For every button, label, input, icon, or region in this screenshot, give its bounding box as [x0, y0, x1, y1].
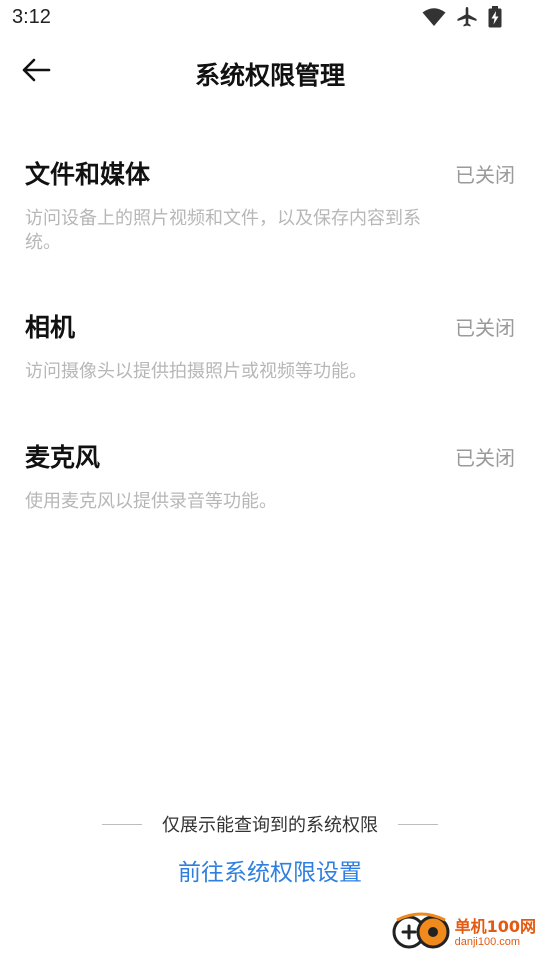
- permission-title: 麦克风: [25, 443, 101, 472]
- open-system-permission-settings-link[interactable]: 前往系统权限设置: [0, 853, 540, 887]
- header: 系统权限管理: [0, 44, 540, 100]
- watermark: 单机100网 danji100.com: [391, 910, 536, 956]
- permission-status: 已关闭: [455, 446, 515, 470]
- footer-note: 仅展示能查询到的系统权限: [0, 811, 540, 837]
- permission-item-camera[interactable]: 相机 已关闭 访问摄像头以提供拍摄照片或视频等功能。: [25, 308, 515, 398]
- permission-title: 相机: [25, 313, 76, 342]
- permission-status: 已关闭: [455, 316, 515, 340]
- permission-description: 访问设备上的照片视频和文件，以及保存内容到系统。: [25, 208, 421, 253]
- watermark-text: 单机100网 danji100.com: [454, 916, 536, 949]
- divider-left: [102, 823, 142, 825]
- status-bar: 3:12: [0, 0, 540, 38]
- airplane-icon: [456, 6, 478, 28]
- permission-description: 使用麦克风以提供录音等功能。: [25, 491, 277, 512]
- watermark-main-text: 单机100网: [454, 916, 536, 936]
- wifi-icon: [422, 7, 446, 27]
- page-title: 系统权限管理: [194, 61, 345, 90]
- permission-item-files-media[interactable]: 文件和媒体 已关闭 访问设备上的照片视频和文件，以及保存内容到系统。: [25, 155, 515, 265]
- watermark-logo-icon: [391, 910, 451, 956]
- watermark-sub-text: danji100.com: [454, 935, 521, 948]
- battery-charging-icon: [488, 6, 502, 28]
- permission-item-microphone[interactable]: 麦克风 已关闭 使用麦克风以提供录音等功能。: [25, 438, 515, 528]
- permission-description: 访问摄像头以提供拍摄照片或视频等功能。: [25, 361, 367, 382]
- divider-right: [398, 823, 438, 825]
- footer-note-text: 仅展示能查询到的系统权限: [162, 815, 378, 836]
- status-time: 3:12: [12, 6, 51, 28]
- permission-title: 文件和媒体: [25, 160, 151, 189]
- permission-status: 已关闭: [455, 163, 515, 187]
- status-icons: [422, 6, 502, 28]
